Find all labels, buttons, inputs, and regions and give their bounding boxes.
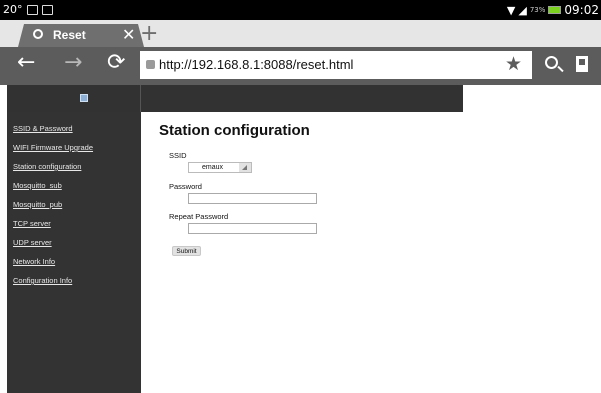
new-tab-button[interactable]: +: [140, 23, 158, 45]
sidebar-item-configuration-info[interactable]: Configuration Info: [13, 276, 72, 285]
page-header: [7, 85, 463, 112]
notification-icon: [26, 4, 38, 15]
wifi-icon: ▼: [506, 3, 516, 17]
dropdown-arrow-icon: [239, 163, 251, 172]
repeat-password-label: Repeat Password: [169, 212, 229, 221]
screenshot-icon: [41, 4, 53, 15]
battery-percent: 73%: [529, 6, 546, 14]
sidebar-item-mosquitto-pub[interactable]: Mosquitto_pub: [13, 200, 62, 209]
sidebar-item-mosquitto-sub[interactable]: Mosquitto_sub: [13, 181, 62, 190]
status-bar: 20° ▼ ◢ 73% 09:02: [0, 0, 601, 20]
bookmark-star-icon[interactable]: ★: [505, 53, 522, 75]
tab-title: Reset: [53, 28, 86, 42]
tab-strip: Reset ✕ +: [0, 20, 601, 47]
sidebar-item-ssid-password[interactable]: SSID & Password: [13, 124, 73, 133]
sidebar: SSID & Password WIFI Firmware Upgrade St…: [7, 112, 141, 393]
sidebar-item-network-info[interactable]: Network Info: [13, 257, 55, 266]
password-label: Password: [169, 182, 202, 191]
clock: 09:02: [564, 3, 599, 17]
submit-button[interactable]: Submit: [172, 246, 201, 256]
sidebar-item-tcp-server[interactable]: TCP server: [13, 219, 51, 228]
bookmarks-icon[interactable]: [576, 56, 588, 72]
password-field[interactable]: [188, 193, 317, 204]
ssid-selected-value: emaux: [202, 164, 224, 171]
sidebar-item-wifi-firmware-upgrade[interactable]: WIFI Firmware Upgrade: [13, 143, 93, 152]
close-tab-icon[interactable]: ✕: [122, 25, 135, 44]
ssid-select[interactable]: emaux: [188, 162, 252, 173]
tab-reset[interactable]: Reset ✕: [18, 24, 144, 47]
repeat-password-field[interactable]: [188, 223, 317, 234]
url-text[interactable]: http://192.168.8.1:8088/reset.html: [159, 57, 353, 72]
ssid-label: SSID: [169, 151, 187, 160]
search-icon[interactable]: [545, 56, 558, 69]
header-divider: [140, 85, 141, 112]
signal-icon: ◢: [518, 3, 527, 17]
sidebar-item-station-configuration[interactable]: Station configuration: [13, 162, 81, 171]
globe-icon: [33, 29, 43, 39]
sidebar-item-udp-server[interactable]: UDP server: [13, 238, 52, 247]
address-bar[interactable]: http://192.168.8.1:8088/reset.html ★: [140, 51, 532, 79]
battery-icon: [548, 6, 562, 14]
logo-icon: [80, 94, 88, 102]
back-icon[interactable]: ←: [17, 52, 35, 74]
browser-toolbar: ← → ⟳ http://192.168.8.1:8088/reset.html…: [0, 47, 601, 85]
reload-icon[interactable]: ⟳: [107, 52, 125, 74]
forward-icon[interactable]: →: [64, 52, 82, 74]
page-title: Station configuration: [159, 122, 310, 139]
temperature-text: 20°: [3, 3, 23, 16]
site-info-icon[interactable]: [146, 60, 155, 69]
